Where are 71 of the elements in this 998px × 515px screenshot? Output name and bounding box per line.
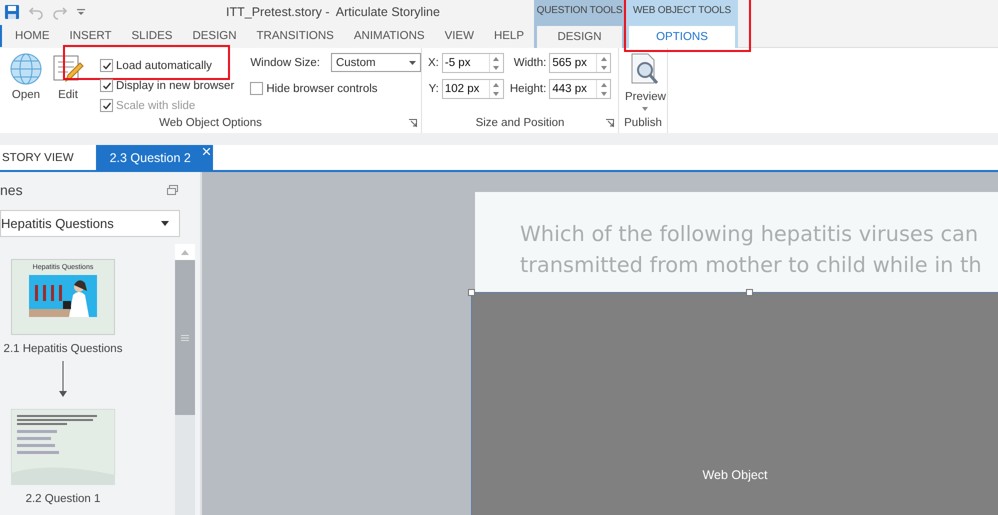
editor-tab[interactable]: STORY VIEW [0,145,88,170]
window-size-dropdown[interactable]: Custom [330,53,421,72]
group-label: Web Object Options [159,117,262,129]
web-object-placeholder[interactable]: Web Object [471,292,998,515]
spin-down-icon[interactable] [493,66,500,70]
dialog-launcher-icon[interactable] [606,119,614,127]
field-label: X: [428,57,439,69]
field-label: Width: [514,57,546,69]
resize-handle[interactable] [468,289,475,296]
group-label: Size and Position [476,117,564,129]
check-icon [102,60,112,70]
ribbon-tab[interactable]: ANIMATIONS [344,24,435,48]
spin-down-icon[interactable] [600,66,607,70]
ribbon-tab[interactable]: HOME [15,24,60,48]
globe-icon [10,53,42,85]
save-icon[interactable] [4,4,20,20]
field-label: Y: [428,83,439,95]
ribbon-tab[interactable]: OPTIONS [629,26,735,48]
ribbon-tab[interactable]: TRANSITIONS [246,24,344,48]
spin-down-icon[interactable] [600,92,607,96]
ribbon-button[interactable]: Edit [52,53,84,101]
question-text: Which of the following hepatitis viruses can [520,221,980,248]
scene-dropdown[interactable]: Hepatitis Questions [0,210,180,237]
field-label: Window Size: [250,56,320,68]
contextual-group-header: QUESTION TOOLS [536,4,624,18]
check-icon [102,80,112,90]
question-text: transmitted from mother to child while in th [520,252,983,279]
spin-field[interactable]: 102 px [442,79,504,99]
caret-icon [642,107,648,111]
slide-label: 2.1 Hepatitis Questions [4,343,122,355]
window-title: ITT_Pretest.story - Articulate Storyline [226,5,440,19]
ribbon-button[interactable]: Open [10,53,42,101]
contextual-group-header: WEB OBJECT TOOLS [632,4,732,18]
ribbon-tab[interactable]: DESIGN [537,26,622,48]
field-label: Height: [510,83,546,95]
spin-field[interactable]: 565 px [549,53,612,73]
group-label: Publish [624,117,662,129]
magnifier-page-icon [630,53,660,87]
check-icon [102,100,112,110]
web-object-label: Web Object [702,468,768,482]
editor-tab[interactable]: 2.3 Question 2 [96,145,213,170]
restore-window-icon[interactable] [167,185,178,195]
ribbon-tab[interactable]: VIEW [434,24,484,48]
dialog-launcher-icon[interactable] [409,119,417,127]
spin-up-icon[interactable] [493,56,500,60]
spin-field[interactable]: 443 px [549,79,612,99]
ribbon-tab[interactable]: INSERT [60,24,122,48]
preview-button[interactable]: Preview [619,53,666,111]
close-icon[interactable] [202,148,210,155]
spin-up-icon[interactable] [493,82,500,86]
file-tab[interactable] [0,25,2,47]
caret-icon [161,221,169,226]
spin-down-icon[interactable] [493,92,500,96]
ribbon-tab[interactable]: SLIDES [122,24,182,48]
scroll-up-icon[interactable] [175,244,195,260]
slide-thumbnail-drawing[interactable] [11,409,115,485]
checkbox[interactable]: Display in new browser [100,79,234,92]
spin-field[interactable]: -5 px [442,53,504,73]
scrollbar-thumb[interactable] [175,260,195,415]
customize-caret-icon[interactable] [76,7,86,17]
checkbox[interactable]: Load automatically [100,59,234,72]
checkbox[interactable]: Hide browser controls [250,82,421,95]
panel-title: nes [0,182,23,198]
connector-arrow [59,361,67,397]
resize-handle[interactable] [746,289,753,296]
spin-up-icon[interactable] [600,82,607,86]
caret-icon [408,60,416,64]
ribbon-tab[interactable]: HELP [484,24,534,48]
spin-up-icon[interactable] [600,56,607,60]
slide-label: 2.2 Question 1 [26,493,100,505]
ribbon-tab[interactable]: DESIGN [182,24,247,48]
